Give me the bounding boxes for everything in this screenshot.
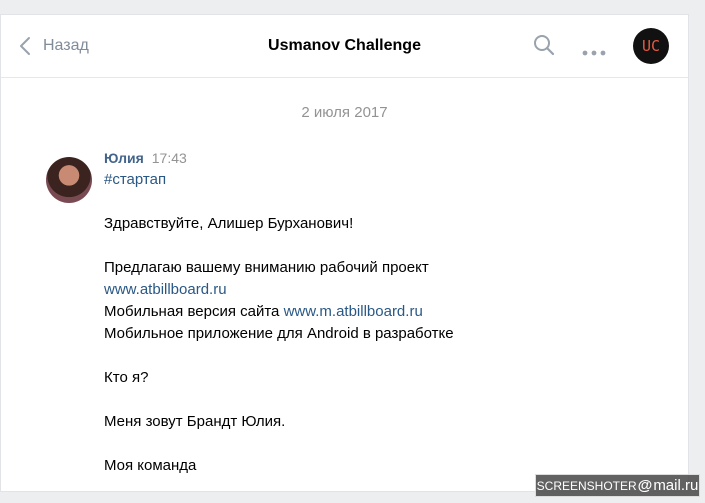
- back-button[interactable]: Назад: [19, 15, 89, 77]
- message-meta: Юлия 17:43: [104, 147, 454, 169]
- back-label: Назад: [43, 37, 89, 54]
- message-line-who: Кто я?: [104, 369, 149, 386]
- watermark-left: SCREENSHOTER: [536, 478, 637, 493]
- chevron-left-icon: [20, 37, 30, 55]
- message-line-app: Мобильное приложение для Android в разра…: [104, 325, 454, 342]
- watermark-right: mail.ru: [653, 477, 699, 494]
- chat-panel: Назад Usmanov Challenge UC 2 июля 2017 Ю…: [0, 14, 689, 492]
- message-greeting: Здравствуйте, Алишер Бурханович!: [104, 215, 354, 232]
- date-separator: 2 июля 2017: [301, 104, 388, 121]
- author-avatar[interactable]: [46, 157, 92, 203]
- chat-avatar[interactable]: UC: [633, 28, 669, 64]
- chat-header: Назад Usmanov Challenge UC: [1, 15, 688, 78]
- message-line-project: Предлагаю вашему вниманию рабочий проект: [104, 259, 429, 276]
- search-icon: [534, 35, 555, 56]
- author-name[interactable]: Юлия: [104, 147, 144, 169]
- site-link[interactable]: www.atbillboard.ru: [104, 281, 227, 298]
- screenshoter-watermark: SCREENSHOTER @ mail.ru: [535, 474, 700, 497]
- message: Юлия 17:43 #стартап Здравствуйте, Алишер…: [104, 147, 454, 477]
- message-time: 17:43: [151, 150, 187, 166]
- more-dots-icon: [582, 50, 606, 56]
- mobile-version-label: Мобильная версия сайта: [104, 303, 280, 320]
- search-button[interactable]: [533, 34, 555, 61]
- message-line-team: Моя команда: [104, 457, 197, 474]
- mobile-site-link[interactable]: www.m.atbillboard.ru: [284, 303, 423, 320]
- more-button[interactable]: [582, 43, 606, 61]
- watermark-at: @: [637, 477, 653, 494]
- message-line-name: Меня зовут Брандт Юлия.: [104, 413, 286, 430]
- hashtag-link[interactable]: #стартап: [104, 171, 166, 188]
